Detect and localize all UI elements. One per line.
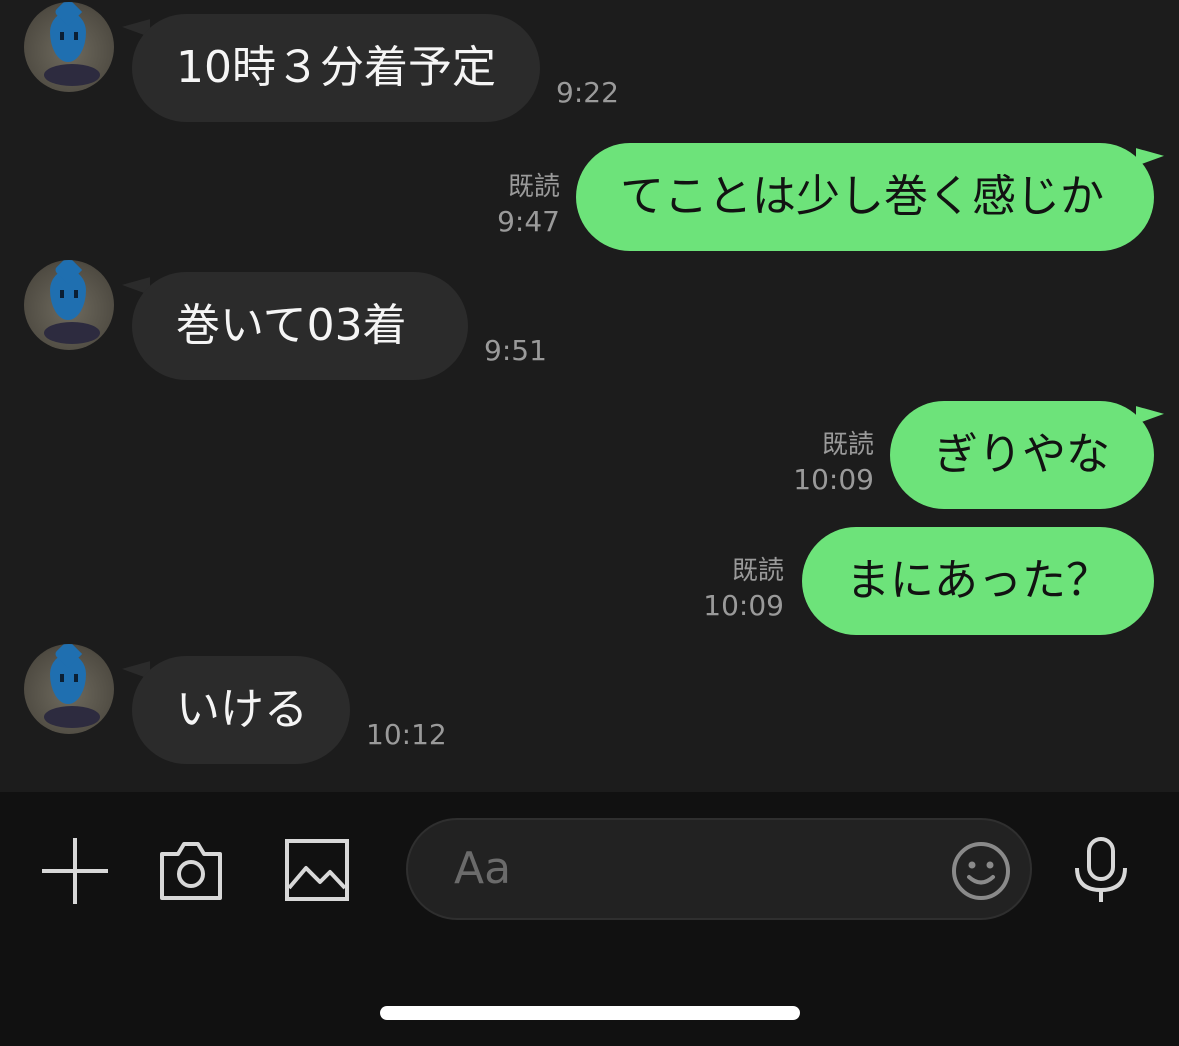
outgoing-message[interactable]: まにあった？	[802, 527, 1154, 635]
message-time: 10:12	[366, 718, 447, 751]
smiley-icon[interactable]	[950, 840, 1012, 902]
camera-icon[interactable]	[158, 838, 224, 902]
outgoing-message[interactable]: ぎりやな	[890, 401, 1154, 509]
read-receipt: 既読	[731, 556, 784, 586]
message-meta: 既読 9:47	[440, 170, 560, 240]
message-time: 9:22	[556, 76, 619, 109]
message-time: 9:47	[497, 205, 560, 238]
message-meta: 既読 10:09	[664, 554, 784, 624]
plus-icon[interactable]	[40, 836, 110, 906]
message-meta: 既読 10:09	[754, 428, 874, 498]
message-input-placeholder: Aa	[454, 843, 512, 894]
message-time: 10:09	[703, 589, 784, 622]
read-receipt: 既読	[821, 430, 874, 460]
incoming-message[interactable]: 巻いて03着	[132, 272, 468, 380]
contact-avatar[interactable]	[24, 260, 114, 350]
contact-avatar[interactable]	[24, 2, 114, 92]
contact-avatar[interactable]	[24, 644, 114, 734]
chat-area: 10時３分着予定 9:22 既読 9:47 てことは少し巻く感じか 巻いて03着…	[0, 0, 1179, 792]
bubble-tail	[1136, 395, 1164, 425]
incoming-message[interactable]: いける	[132, 656, 350, 764]
microphone-icon[interactable]	[1072, 836, 1130, 904]
home-indicator[interactable]	[380, 1006, 800, 1020]
outgoing-message[interactable]: てことは少し巻く感じか	[576, 143, 1154, 251]
message-time: 9:51	[484, 334, 547, 367]
message-time: 10:09	[793, 463, 874, 496]
incoming-message[interactable]: 10時３分着予定	[132, 14, 540, 122]
message-input[interactable]: Aa	[406, 818, 1032, 920]
bubble-tail	[1136, 137, 1164, 167]
read-receipt: 既読	[507, 172, 560, 202]
image-icon[interactable]	[284, 838, 350, 902]
